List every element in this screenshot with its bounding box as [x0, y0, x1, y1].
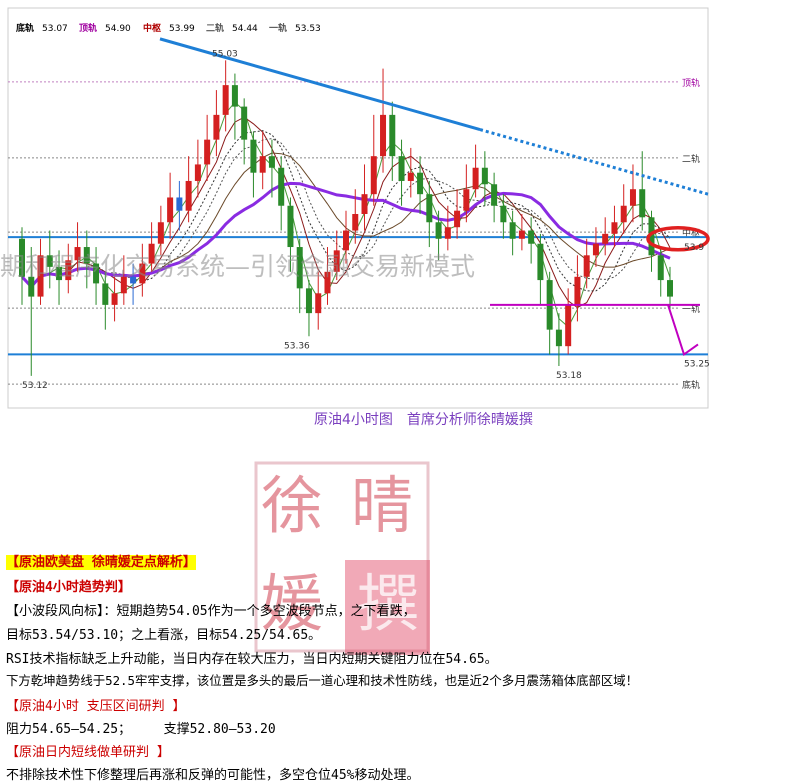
candle-body	[444, 227, 451, 239]
price-label: 55.03	[212, 49, 238, 59]
candle-body	[398, 156, 405, 181]
candle-body	[315, 293, 322, 314]
candle-body	[481, 167, 488, 185]
candle-body	[509, 222, 516, 239]
price-label: 53.12	[22, 381, 48, 391]
candle-body	[426, 194, 433, 223]
candle-body	[389, 114, 396, 157]
svg-text:晴: 晴	[351, 469, 413, 542]
candle-body	[583, 255, 590, 277]
indicator-label: 底轨	[16, 22, 34, 34]
candle-body	[611, 222, 618, 234]
trend-title: 【原油4小时趋势判】	[6, 580, 131, 595]
candle-body	[491, 184, 498, 206]
trend-line-2: 目标53.54/53.10；之上看涨，目标54.25/54.65。	[6, 628, 322, 643]
candle-body	[185, 180, 192, 211]
price-label: 53.36	[284, 341, 310, 351]
candle-body	[305, 288, 312, 314]
indicator-value: 53.07	[42, 24, 68, 34]
candle-body	[657, 255, 664, 281]
candle-body	[518, 230, 525, 239]
candle-body	[222, 85, 229, 115]
candle-body	[176, 197, 183, 211]
chart-title: 原油4小时图 首席分析师徐晴媛撰	[314, 412, 533, 428]
candle-body	[194, 164, 201, 181]
indicator-value: 53.99	[169, 24, 195, 34]
candle-body	[213, 114, 220, 140]
candle-body	[435, 222, 442, 239]
candle-body	[620, 205, 627, 223]
candle-body	[167, 197, 174, 223]
candle-body	[102, 283, 109, 305]
indicator-label: 一轨	[269, 22, 287, 34]
candle-body	[555, 329, 562, 347]
indicator-value: 53.53	[295, 24, 321, 34]
price-label: 53.25	[684, 359, 710, 369]
candle-body	[407, 172, 414, 181]
indicator-label: 二轨	[206, 22, 224, 34]
candle-body	[463, 189, 470, 211]
candle-body	[500, 205, 507, 223]
indicator-label: 顶轨	[79, 22, 97, 34]
candle-body	[565, 304, 572, 347]
candle-body	[454, 210, 461, 228]
trend-line-3: RSI技术指标缺乏上升动能，当日内存在较大压力，当日内短期关键阻力位在54.65…	[6, 652, 498, 667]
svg-text:徐: 徐	[261, 469, 323, 542]
indicator-value: 54.44	[232, 24, 258, 34]
candle-body	[343, 230, 349, 251]
level-label: 二轨	[682, 153, 700, 165]
level-label: 底轨	[682, 379, 700, 391]
candle-body	[287, 205, 294, 248]
indicator-value: 54.90	[105, 24, 131, 34]
watermark: 期和程序化交易系统—引领金融交易新模式	[0, 252, 475, 281]
candle-body	[667, 280, 673, 297]
candle-body	[537, 243, 544, 281]
level-label: 顶轨	[682, 77, 700, 89]
candle-body	[639, 189, 646, 218]
candle-body	[370, 156, 377, 195]
candle-body	[241, 106, 248, 140]
intraday-line: 不排除技术性下修整理后再涨和反弹的可能性，多空仓位45%移动处理。	[6, 768, 420, 783]
candle-body	[417, 172, 424, 195]
candle-body	[204, 139, 211, 165]
candle-body	[268, 156, 275, 168]
candle-body	[111, 293, 118, 305]
candle-body	[528, 230, 535, 244]
price-label: 53.9	[684, 243, 704, 253]
candle-body	[472, 167, 479, 190]
trend-line-1: 【小波段风向标】：短期趋势54.05作为一个多空波段节点，之下看跌，	[6, 604, 416, 619]
candle-body	[592, 243, 599, 256]
candle-body	[352, 214, 359, 231]
candle-body	[231, 85, 238, 107]
candle-body	[278, 167, 285, 206]
candle-body	[250, 139, 257, 173]
candle-body	[629, 189, 636, 206]
indicator-label: 中枢	[143, 22, 161, 34]
plot-frame	[7, 7, 709, 409]
candle-body	[157, 222, 164, 244]
candle-body	[602, 233, 609, 244]
commentary-header: 【原油欧美盘 徐晴媛定点解析】	[6, 555, 196, 570]
candle-body	[380, 114, 387, 157]
range-title: 【原油4小时 支压区间研判 】	[6, 699, 186, 714]
range-line: 阻力54.65—54.25； 支撑52.80—53.20	[6, 722, 276, 737]
intraday-title: 【原油日内短线做单研判 】	[6, 745, 170, 760]
price-label: 53.18	[556, 371, 582, 381]
trend-line-4: 下方乾坤趋势线于52.5牢牢支撑，该位置是多头的最后一道心理和技术性防线，也是近…	[6, 673, 639, 688]
candle-body	[361, 194, 368, 214]
candle-body	[574, 276, 581, 305]
candle-body	[259, 156, 266, 173]
